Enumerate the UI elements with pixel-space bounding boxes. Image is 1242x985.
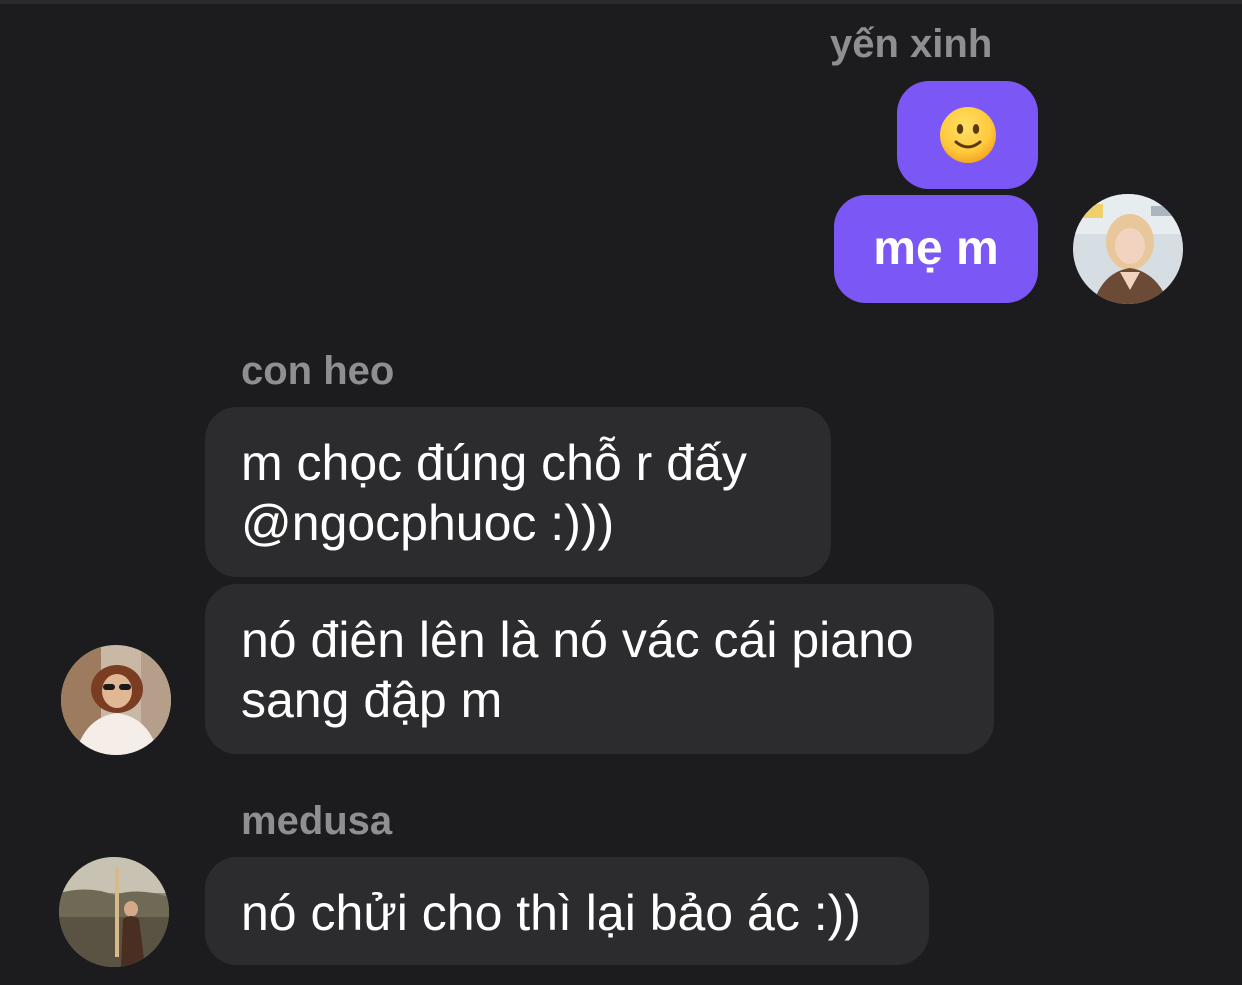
sender-name-medusa: medusa — [241, 799, 393, 843]
avatar-medusa-image — [59, 857, 169, 967]
avatar-yen-xinh-image — [1073, 194, 1183, 304]
sender-name-yen-xinh: yến xinh — [830, 22, 993, 66]
message-line: nó điên lên là nó vác cái piano — [241, 612, 914, 668]
outgoing-text-bubble[interactable]: mẹ m — [834, 195, 1038, 303]
incoming-message-bubble-3[interactable]: nó chửi cho thì lại bảo ác :)) — [205, 857, 929, 965]
incoming-message-bubble-1[interactable]: m chọc đúng chỗ r đấy @ngocphuoc :))) — [205, 407, 831, 577]
avatar-yen-xinh[interactable] — [1073, 194, 1183, 304]
message-line: m chọc đúng chỗ r đấy — [241, 435, 747, 491]
incoming-message-bubble-2[interactable]: nó điên lên là nó vác cái piano sang đập… — [205, 584, 994, 754]
outgoing-emoji-bubble[interactable] — [897, 81, 1038, 189]
message-line: sang đập m — [241, 672, 503, 728]
avatar-con-heo-image — [61, 645, 171, 755]
avatar-con-heo[interactable] — [61, 645, 171, 755]
slightly-smiling-face-icon — [939, 107, 996, 163]
message-line: @ngocphuoc :))) — [241, 495, 615, 551]
sender-name-con-heo: con heo — [241, 349, 395, 393]
avatar-medusa[interactable] — [59, 857, 169, 967]
top-divider — [0, 0, 1242, 4]
